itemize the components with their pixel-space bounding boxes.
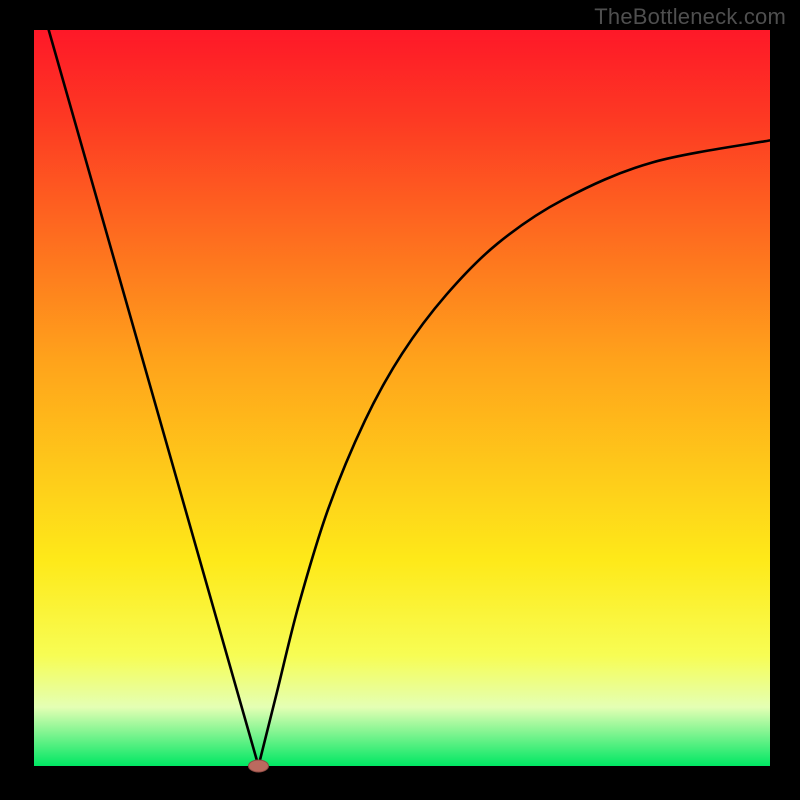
watermark-text: TheBottleneck.com: [594, 4, 786, 30]
plot-background: [34, 30, 770, 766]
optimal-marker: [248, 760, 268, 772]
bottleneck-chart: [0, 0, 800, 800]
chart-frame: TheBottleneck.com: [0, 0, 800, 800]
